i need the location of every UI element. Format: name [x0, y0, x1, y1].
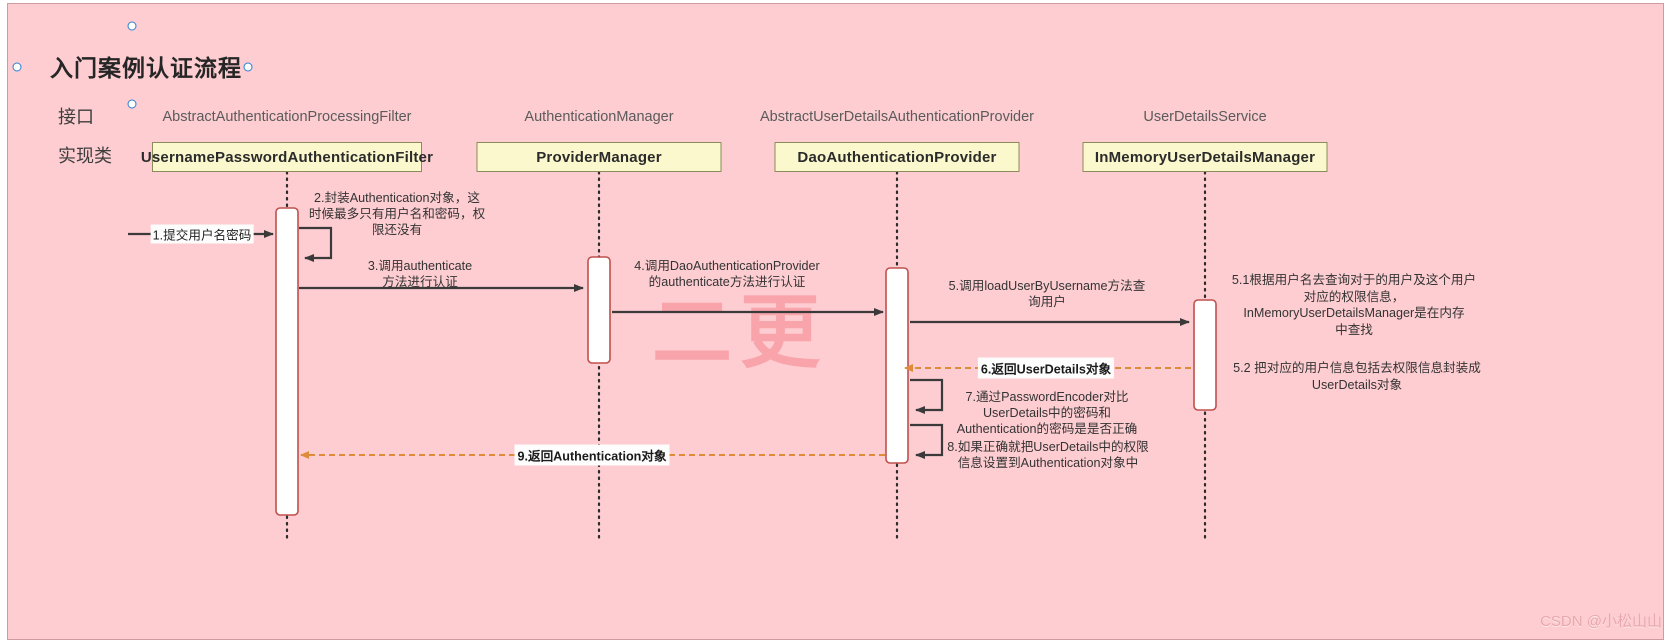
selection-handle[interactable]: [127, 21, 137, 31]
participant-box[interactable]: InMemoryUserDetailsManager: [1082, 142, 1328, 172]
participant-box[interactable]: UsernamePasswordAuthenticationFilter: [141, 142, 433, 172]
message-label: 6.返回UserDetails对象: [977, 357, 1115, 379]
selection-handle[interactable]: [12, 62, 22, 72]
message-label: 7.通过PasswordEncoder对比 UserDetails中的密码和 A…: [956, 390, 1138, 437]
sequence-diagram-canvas: 二更 入门案例认证流程 接口 实现类 AbstractAuthenticatio…: [0, 0, 1680, 643]
message-arrow-self: [910, 378, 944, 414]
activation-bar[interactable]: [275, 207, 299, 516]
message-label: 4.调用DaoAuthenticationProvider 的authentic…: [634, 259, 820, 290]
message-label: 1.提交用户名密码: [150, 224, 254, 244]
row-label-implementation: 实现类: [58, 146, 112, 166]
activation-bar[interactable]: [587, 256, 611, 364]
message-label: 9.返回Authentication对象: [514, 444, 670, 466]
participant-box[interactable]: DaoAuthenticationProvider: [774, 142, 1020, 172]
diagram-note: 5.2 把对应的用户信息包括去权限信息封装成 UserDetails对象: [1233, 361, 1481, 392]
row-label-interface: 接口: [58, 107, 94, 127]
message-label: 3.调用authenticate 方法进行认证: [367, 259, 473, 290]
message-label: 8.如果正确就把UserDetails中的权限 信息设置到Authenticat…: [947, 440, 1149, 471]
participant-interface-name: AuthenticationManager: [524, 109, 674, 125]
diagram-note: 5.1根据用户名去查询对于的用户及这个用户 对应的权限信息， InMemoryU…: [1231, 273, 1477, 337]
participant-interface-name: AbstractUserDetailsAuthenticationProvide…: [759, 109, 1035, 125]
message-arrow-self: [910, 423, 944, 459]
page-title: 入门案例认证流程: [50, 55, 242, 81]
csdn-watermark: CSDN @小松山山: [1540, 613, 1662, 630]
message-label: 5.调用loadUserByUsername方法查 询用户: [948, 279, 1146, 310]
participant-interface-name: AbstractAuthenticationProcessingFilter: [162, 109, 412, 125]
activation-bar[interactable]: [1193, 299, 1217, 411]
selection-handle[interactable]: [127, 99, 137, 109]
activation-bar[interactable]: [885, 267, 909, 464]
participant-interface-name: UserDetailsService: [1143, 109, 1267, 125]
message-label: 2.封装Authentication对象，这 时候最多只有用户名和密码，权 限还…: [308, 191, 486, 238]
participant-box[interactable]: ProviderManager: [476, 142, 722, 172]
selection-handle[interactable]: [243, 62, 253, 72]
